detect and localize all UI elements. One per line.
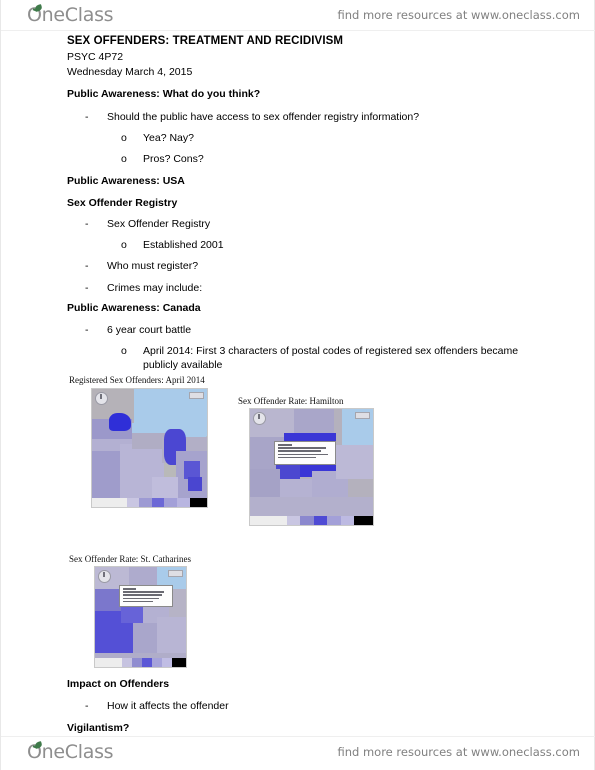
list-item-label: Established 2001 (143, 239, 224, 251)
legend-source-label (92, 498, 127, 507)
list-item-label: Yea? Nay? (143, 132, 194, 144)
compass-icon (253, 412, 266, 425)
section-heading-public-awareness-usa: Public Awareness: USA (67, 175, 185, 187)
map-tooltip (274, 441, 336, 465)
list-item-label: April 2014: First 3 characters of postal… (143, 345, 519, 357)
circle-bullet-icon: o (121, 153, 127, 165)
section-heading-impact-on-offenders: Impact on Offenders (67, 678, 170, 690)
footer-tagline: find more resources at www.oneclass.com (337, 745, 580, 759)
dash-bullet-icon: - (85, 282, 89, 294)
map-scale-box (168, 570, 183, 577)
list-item: o Yea? Nay? (121, 132, 194, 144)
figure-caption: Registered Sex Offenders: April 2014 (69, 375, 205, 385)
list-item: o Pros? Cons? (121, 153, 204, 165)
map-sex-offender-rate-st-catharines (94, 566, 187, 668)
map-legend-bar (95, 658, 186, 667)
list-item-label: How it affects the offender (107, 700, 229, 712)
compass-icon (95, 392, 108, 405)
list-item-label-continuation: publicly available (143, 359, 223, 371)
oneclass-logo: OneClass (27, 4, 114, 26)
list-item: o April 2014: First 3 characters of posta… (121, 344, 541, 372)
circle-bullet-icon: o (121, 132, 127, 144)
section-heading-sex-offender-registry: Sex Offender Registry (67, 197, 178, 209)
list-item: - Who must register? (85, 260, 198, 272)
list-item: o Established 2001 (121, 239, 224, 251)
list-item-label: Sex Offender Registry (107, 218, 211, 230)
list-item: - How it affects the offender (85, 700, 229, 712)
list-item-label: 6 year court battle (107, 324, 192, 336)
dash-bullet-icon: - (85, 324, 89, 336)
course-code: PSYC 4P72 (67, 51, 124, 63)
section-heading-public-awareness-canada: Public Awareness: Canada (67, 302, 201, 314)
map-scale-box (355, 412, 370, 419)
dash-bullet-icon: - (85, 700, 89, 712)
page-footer-watermark: OneClass find more resources at www.onec… (1, 736, 595, 767)
list-item-label: Who must register? (107, 260, 199, 272)
list-item: - 6 year court battle (85, 324, 191, 336)
map-tooltip (119, 585, 173, 607)
document-page: OneClass find more resources at www.onec… (0, 0, 595, 770)
lecture-date: Wednesday March 4, 2015 (67, 66, 193, 78)
map-legend-bar (92, 498, 207, 507)
list-item-label: Pros? Cons? (143, 153, 204, 165)
map-sex-offender-rate-hamilton (249, 408, 374, 526)
map-legend-bar (250, 516, 373, 525)
section-heading-public-awareness-think: Public Awareness: What do you think? (67, 88, 261, 100)
header-tagline: find more resources at www.oneclass.com (337, 8, 580, 22)
oneclass-logo-footer: OneClass (27, 741, 114, 763)
list-item-label: Should the public have access to sex off… (107, 111, 420, 123)
circle-bullet-icon: o (121, 345, 127, 357)
legend-source-label (95, 658, 123, 667)
list-item-label: Crimes may include: (107, 282, 203, 294)
map-registered-sex-offenders-april-2014 (91, 388, 208, 508)
legend-source-label (250, 516, 287, 525)
page-title: SEX OFFENDERS: TREATMENT AND RECIDIVISM (67, 35, 344, 47)
dash-bullet-icon: - (85, 260, 89, 272)
map-scale-box (189, 392, 204, 399)
list-item: - Sex Offender Registry (85, 218, 210, 230)
circle-bullet-icon: o (121, 239, 127, 251)
figure-caption: Sex Offender Rate: Hamilton (238, 396, 344, 406)
document-body: SEX OFFENDERS: TREATMENT AND RECIDIVISM … (1, 30, 595, 736)
list-item: - Should the public have access to sex of… (85, 111, 419, 123)
dash-bullet-icon: - (85, 218, 89, 230)
section-heading-vigilantism: Vigilantism? (67, 722, 130, 734)
dash-bullet-icon: - (85, 111, 89, 123)
page-header-watermark: OneClass find more resources at www.onec… (1, 0, 595, 31)
list-item: - Crimes may include: (85, 282, 202, 294)
compass-icon (98, 570, 111, 583)
figure-caption: Sex Offender Rate: St. Catharines (69, 554, 192, 564)
